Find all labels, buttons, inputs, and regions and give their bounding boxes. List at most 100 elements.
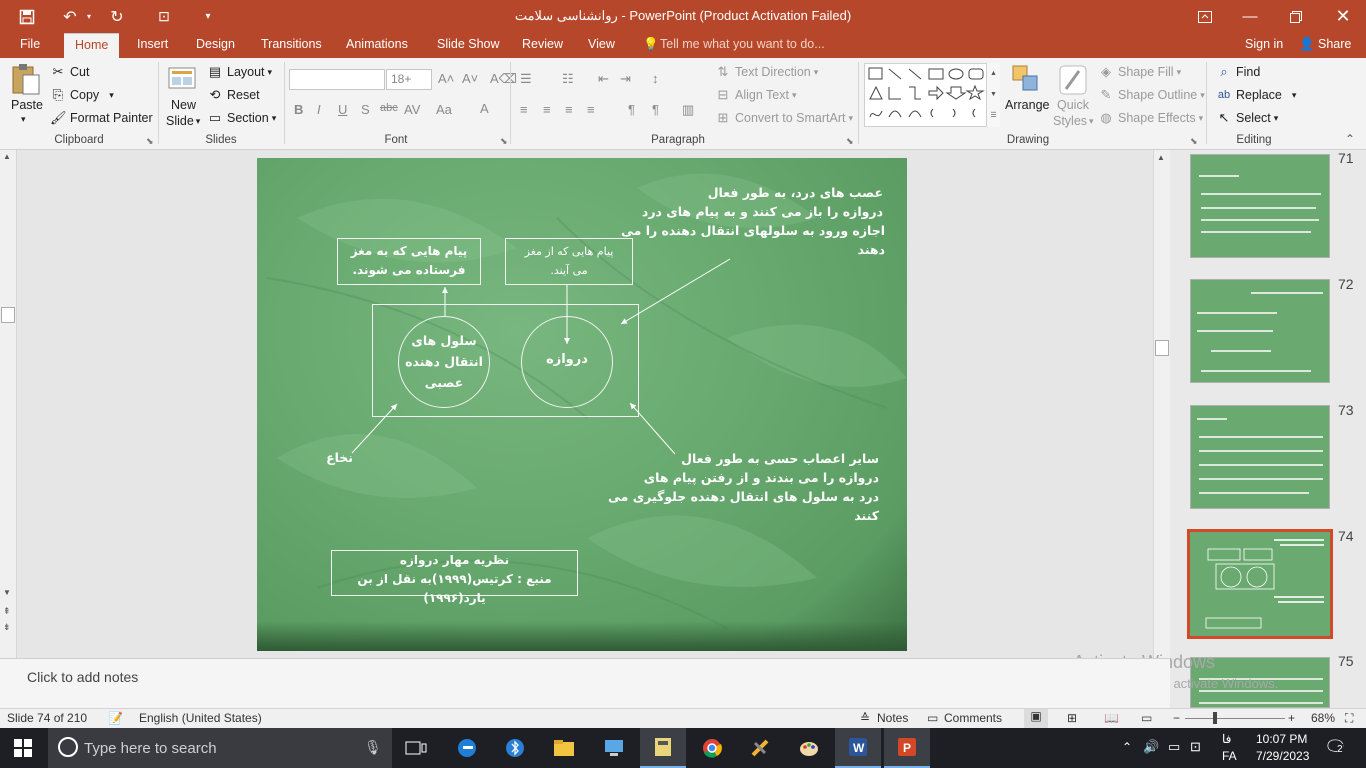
notes-placeholder[interactable]: Click to add notes: [27, 669, 138, 685]
change-case-icon[interactable]: Aa: [436, 102, 452, 117]
paste-dropdown-icon[interactable]: ▾: [21, 114, 26, 125]
cut-button[interactable]: ✂ Cut: [50, 64, 90, 80]
volume-icon[interactable]: 🔊: [1143, 739, 1159, 755]
arrange-button[interactable]: Arrange: [1005, 98, 1049, 112]
bold-icon[interactable]: B: [294, 102, 303, 117]
share-icon[interactable]: 👤: [1299, 37, 1315, 52]
new-slide-button[interactable]: Slide ▾: [166, 114, 200, 128]
align-center-icon[interactable]: ≡: [543, 102, 551, 117]
rtl-icon[interactable]: ¶: [652, 102, 659, 117]
clock-time[interactable]: 10:07 PM: [1256, 732, 1307, 746]
shapes-gallery-scroll[interactable]: ▲ ▼ ☰: [986, 63, 1000, 127]
thumbnail-scrollbar[interactable]: ▲: [1153, 150, 1170, 658]
restore-icon[interactable]: [1273, 0, 1319, 33]
tab-home[interactable]: Home: [64, 33, 120, 58]
microphone-icon[interactable]: 🎙: [364, 739, 382, 756]
reading-view-icon[interactable]: 📖: [1104, 711, 1119, 725]
align-text-button[interactable]: ⊟ Align Text ▾: [715, 87, 797, 103]
quick-styles-label-1[interactable]: Quick: [1057, 98, 1089, 112]
taskbar-search-box[interactable]: Type here to search 🎙: [48, 728, 392, 768]
text-shadow-icon[interactable]: S: [361, 102, 370, 117]
ltr-icon[interactable]: ¶: [628, 102, 635, 117]
minimize-icon[interactable]: —: [1227, 0, 1273, 33]
align-left-icon[interactable]: ≡: [520, 102, 528, 117]
zoom-slider[interactable]: [1185, 718, 1285, 719]
notes-toggle-button[interactable]: Notes: [877, 711, 908, 725]
find-button[interactable]: ⌕ Find: [1216, 64, 1260, 80]
shape-fill-button[interactable]: ◈ Shape Fill ▾: [1098, 64, 1181, 80]
zoom-level[interactable]: 68%: [1311, 711, 1335, 725]
slide-show-icon[interactable]: ▭: [1141, 711, 1152, 725]
font-color-icon[interactable]: A: [480, 101, 489, 116]
line-spacing-icon[interactable]: ↕: [652, 71, 659, 86]
slide-thumbnail-74-selected[interactable]: [1187, 529, 1333, 639]
drawing-launcher-icon[interactable]: ⬊: [1190, 136, 1198, 147]
file-explorer-icon[interactable]: [541, 728, 587, 768]
bullets-icon[interactable]: ☰: [520, 71, 532, 87]
convert-smartart-button[interactable]: ⊞ Convert to SmartArt ▾: [715, 110, 853, 126]
ribbon-display-options-icon[interactable]: [1182, 0, 1228, 33]
quick-styles-icon[interactable]: [1057, 63, 1089, 97]
numbering-icon[interactable]: ☷: [562, 71, 574, 87]
battery-icon[interactable]: ▭: [1168, 739, 1180, 755]
collapse-ribbon-icon[interactable]: ⌃: [1345, 132, 1355, 146]
input-language[interactable]: فا: [1222, 732, 1231, 746]
paragraph-launcher-icon[interactable]: ⬊: [846, 136, 854, 147]
decrease-font-icon[interactable]: A˅: [462, 71, 478, 86]
share-button[interactable]: Share: [1318, 37, 1351, 51]
windows-start-icon[interactable]: [0, 728, 46, 768]
zoom-in-icon[interactable]: +: [1288, 711, 1295, 725]
quick-styles-button[interactable]: Styles ▾: [1053, 114, 1094, 128]
decrease-indent-icon[interactable]: ⇤: [598, 71, 609, 87]
tab-review[interactable]: Review: [522, 37, 563, 51]
fit-to-window-icon[interactable]: ⛶: [1345, 711, 1353, 726]
slide-thumbnail-73[interactable]: [1190, 405, 1330, 509]
shape-outline-button[interactable]: ✎ Shape Outline ▾: [1098, 87, 1205, 103]
columns-icon[interactable]: ▥: [682, 102, 694, 118]
comments-button[interactable]: Comments: [944, 711, 1002, 725]
text-direction-button[interactable]: ⇅ Text Direction ▾: [715, 64, 819, 80]
zoom-slider-thumb[interactable]: [1213, 712, 1217, 724]
justify-icon[interactable]: ≡: [587, 102, 595, 117]
increase-font-icon[interactable]: A˄: [438, 71, 454, 86]
tab-view[interactable]: View: [588, 37, 615, 51]
clipboard-launcher-icon[interactable]: ⬊: [146, 136, 154, 147]
clear-formatting-icon[interactable]: A⌫: [490, 71, 517, 87]
language-indicator[interactable]: English (United States): [139, 711, 262, 725]
strikethrough-icon[interactable]: abc: [380, 102, 398, 114]
sign-in-link[interactable]: Sign in: [1245, 37, 1283, 51]
font-size-combo[interactable]: 18+: [386, 69, 432, 90]
paste-button[interactable]: Paste: [11, 98, 43, 112]
new-slide-icon[interactable]: [167, 62, 199, 96]
font-launcher-icon[interactable]: ⬊: [500, 136, 508, 147]
paint-icon[interactable]: [786, 728, 832, 768]
tell-me-search[interactable]: Tell me what you want to do...: [660, 37, 825, 51]
notes-pane[interactable]: Click to add notes: [0, 658, 1170, 708]
increase-indent-icon[interactable]: ⇥: [620, 71, 631, 87]
word-icon[interactable]: W: [835, 728, 881, 768]
previous-slide-icon[interactable]: ⇞: [3, 606, 11, 617]
new-slide-label-1[interactable]: New: [171, 98, 196, 112]
format-painter-button[interactable]: 🖌 Format Painter: [50, 110, 153, 126]
replace-button[interactable]: ab Replace ▾: [1216, 87, 1297, 103]
align-right-icon[interactable]: ≡: [565, 102, 573, 117]
shape-effects-button[interactable]: ◍ Shape Effects ▾: [1098, 110, 1203, 126]
reset-button[interactable]: ⟲ Reset: [207, 87, 260, 103]
next-slide-icon[interactable]: ⇟: [3, 622, 11, 633]
network-icon[interactable]: ⊡: [1190, 739, 1201, 755]
slide-sorter-icon[interactable]: ⊞: [1067, 711, 1077, 725]
tools-app-icon[interactable]: [737, 728, 783, 768]
scroll-thumb[interactable]: [1, 307, 15, 323]
task-view-icon[interactable]: [393, 728, 439, 768]
normal-view-icon[interactable]: ▣: [1024, 709, 1048, 728]
tab-design[interactable]: Design: [196, 37, 235, 51]
tab-insert[interactable]: Insert: [137, 37, 168, 51]
thumb-scroll-up-icon[interactable]: ▲: [1157, 153, 1165, 162]
select-button[interactable]: ↖ Select ▾: [1216, 110, 1279, 126]
section-button[interactable]: ▭ Section ▾: [207, 110, 276, 126]
tab-animations[interactable]: Animations: [346, 37, 408, 51]
notes-toggle-icon[interactable]: ≙: [860, 711, 870, 725]
comments-icon[interactable]: ▭: [927, 711, 938, 725]
taskbar-search-placeholder[interactable]: Type here to search: [84, 740, 217, 757]
character-spacing-icon[interactable]: AV: [404, 102, 420, 117]
